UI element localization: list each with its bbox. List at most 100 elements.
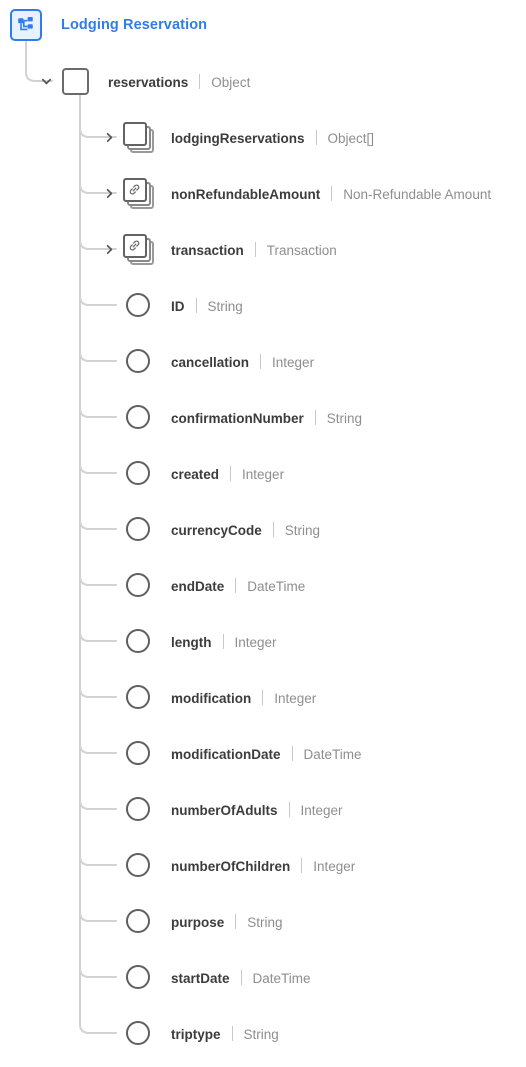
label-divider (235, 914, 237, 929)
node-glyph (121, 288, 155, 322)
node-labels: ID String (171, 296, 243, 314)
node-glyph (121, 568, 155, 602)
field-node-icon[interactable] (126, 853, 150, 877)
node-type: Integer (300, 803, 343, 818)
reference-node-icon[interactable] (122, 177, 154, 209)
field-node-icon[interactable] (126, 629, 150, 653)
reference-node-icon[interactable] (122, 233, 154, 265)
node-labels: numberOfAdults Integer (171, 800, 343, 818)
label-divider (195, 298, 197, 313)
field-node-icon[interactable] (126, 461, 150, 485)
tree-node[interactable]: purpose String (103, 904, 283, 938)
node-glyph (121, 344, 155, 378)
tree-node[interactable]: confirmationNumber String (103, 400, 362, 434)
chevron-right-icon[interactable] (103, 176, 116, 210)
node-glyph (121, 624, 155, 658)
node-name: triptype (171, 1027, 221, 1042)
tree-node[interactable]: triptype String (103, 1016, 279, 1050)
node-type: Integer (274, 691, 317, 706)
node-name: reservations (108, 75, 189, 90)
label-divider (254, 242, 256, 257)
tree-node[interactable]: modificationDate DateTime (103, 736, 362, 770)
label-divider (199, 74, 201, 89)
node-glyph (121, 680, 155, 714)
tree-node[interactable]: modification Integer (103, 680, 316, 714)
chevron-right-icon[interactable] (103, 232, 116, 266)
node-type: String (326, 411, 363, 426)
node-labels: numberOfChildren Integer (171, 856, 355, 874)
field-node-icon[interactable] (126, 405, 150, 429)
label-divider (262, 690, 264, 705)
field-node-icon[interactable] (126, 1021, 150, 1045)
node-type: Integer (313, 859, 356, 874)
tree-node[interactable]: cancellation Integer (103, 344, 314, 378)
label-divider (315, 130, 317, 145)
tree-node[interactable]: numberOfChildren Integer (103, 848, 355, 882)
node-labels: nonRefundableAmount Non-Refundable Amoun… (171, 184, 491, 202)
label-divider (331, 186, 333, 201)
field-node-icon[interactable] (126, 965, 150, 989)
node-type: Integer (272, 355, 315, 370)
node-name: transaction (171, 243, 244, 258)
node-glyph (121, 456, 155, 490)
node-type: String (243, 1027, 279, 1042)
node-glyph (121, 400, 155, 434)
array-node-icon[interactable] (122, 121, 154, 153)
node-labels: triptype String (171, 1024, 279, 1042)
node-labels: currencyCode String (171, 520, 320, 538)
node-labels: endDate DateTime (171, 576, 305, 594)
node-glyph (121, 848, 155, 882)
tree-node[interactable]: nonRefundableAmount Non-Refundable Amoun… (103, 176, 491, 210)
tree-node[interactable]: length Integer (103, 624, 277, 658)
page-title: Lodging Reservation (61, 17, 208, 33)
object-node-icon[interactable] (61, 67, 89, 95)
node-type: Non-Refundable Amount (343, 187, 492, 202)
tree-node[interactable]: endDate DateTime (103, 568, 305, 602)
label-divider (288, 802, 290, 817)
node-type: String (207, 299, 243, 314)
field-node-icon[interactable] (126, 741, 150, 765)
tree-node[interactable]: startDate DateTime (103, 960, 311, 994)
node-name: numberOfAdults (171, 803, 278, 818)
label-divider (222, 634, 224, 649)
node-labels: modificationDate DateTime (171, 744, 362, 762)
tree-node[interactable]: transaction Transaction (103, 232, 337, 266)
field-node-icon[interactable] (126, 685, 150, 709)
node-labels: cancellation Integer (171, 352, 314, 370)
node-glyph (121, 176, 155, 210)
node-glyph (58, 64, 92, 98)
schema-tree-canvas: Lodging Reservation reservations Object (0, 0, 526, 1067)
tree-node[interactable]: created Integer (103, 456, 284, 490)
tree-node[interactable]: currencyCode String (103, 512, 320, 546)
node-name: currencyCode (171, 523, 262, 538)
tree-node-reservations[interactable]: reservations Object (40, 64, 250, 98)
field-node-icon[interactable] (126, 797, 150, 821)
chevron-right-icon[interactable] (103, 120, 116, 154)
field-node-icon[interactable] (126, 573, 150, 597)
node-name: length (171, 635, 212, 650)
node-glyph (121, 232, 155, 266)
tree-node[interactable]: ID String (103, 288, 243, 322)
field-node-icon[interactable] (126, 349, 150, 373)
chevron-down-icon[interactable] (40, 64, 53, 98)
node-glyph (121, 736, 155, 770)
node-name: startDate (171, 971, 230, 986)
label-divider (272, 522, 274, 537)
node-type: Integer (242, 467, 285, 482)
tree-node[interactable]: numberOfAdults Integer (103, 792, 343, 826)
node-type: DateTime (303, 747, 362, 762)
tree-node[interactable]: lodgingReservations Object[] (103, 120, 374, 154)
node-type: Integer (234, 635, 277, 650)
node-type: DateTime (247, 579, 306, 594)
sitemap-icon[interactable] (10, 9, 42, 41)
node-type: String (247, 915, 283, 930)
node-type: Transaction (266, 243, 337, 258)
node-name: numberOfChildren (171, 859, 291, 874)
field-node-icon[interactable] (126, 517, 150, 541)
label-divider (260, 354, 262, 369)
field-node-icon[interactable] (126, 909, 150, 933)
field-node-icon[interactable] (126, 293, 150, 317)
node-type: String (284, 523, 321, 538)
node-name: ID (171, 299, 185, 314)
node-labels: created Integer (171, 464, 284, 482)
